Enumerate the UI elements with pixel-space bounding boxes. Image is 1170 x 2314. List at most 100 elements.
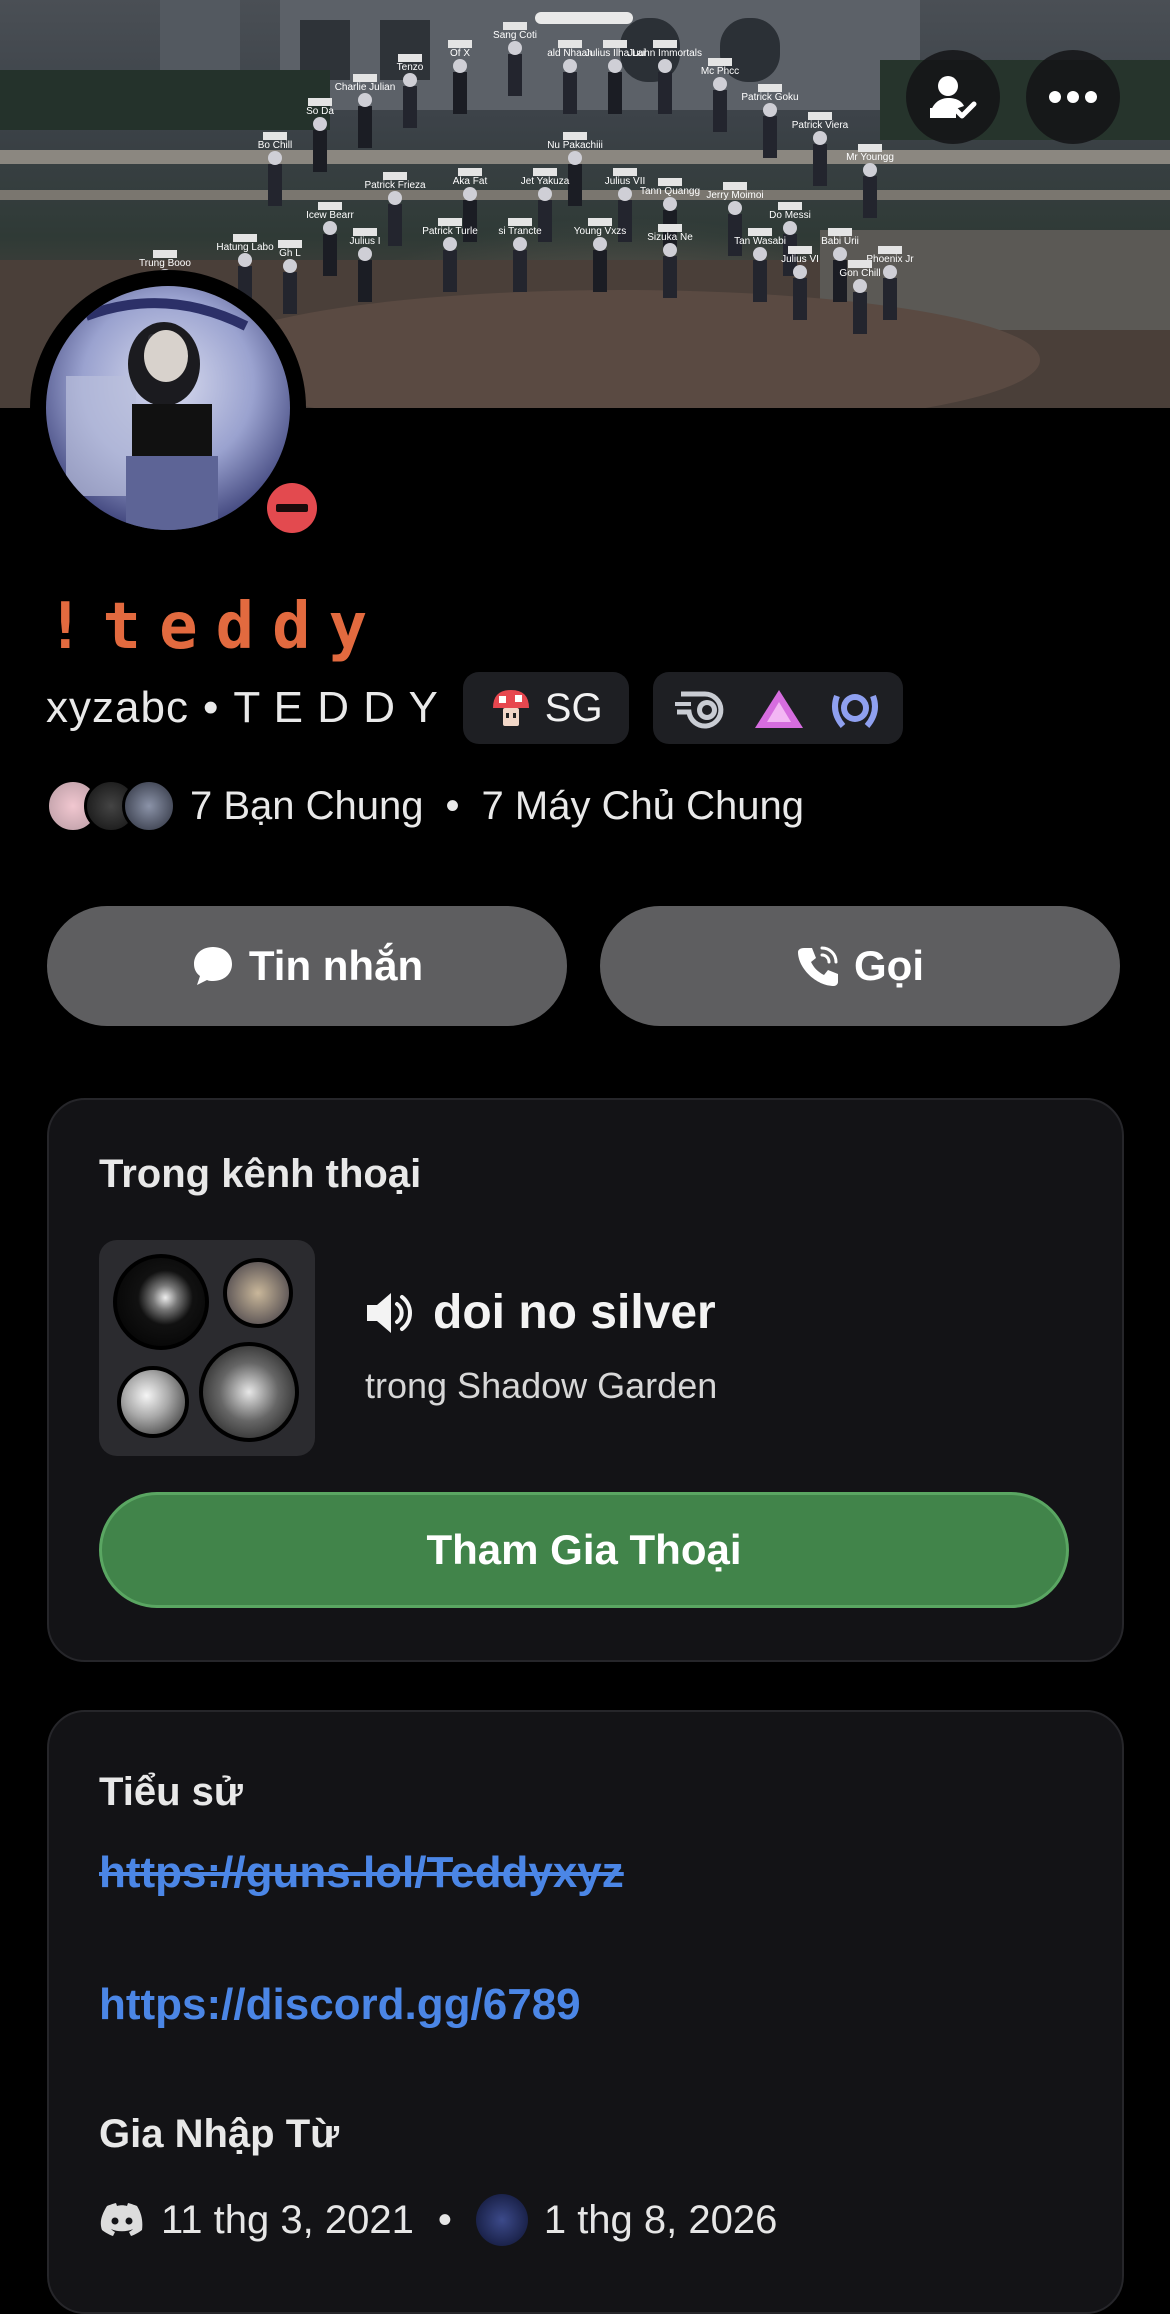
banner-player: Patrick Turle <box>422 218 478 292</box>
banner-player-label: Patrick Turle <box>422 226 478 237</box>
banner-player: si Trancte <box>498 218 542 292</box>
chat-bubble-icon <box>193 947 232 985</box>
username[interactable]: xyzabc <box>46 683 189 733</box>
banner-player-label: Juuhn Immortals <box>628 48 702 59</box>
banner-player-label: Sizuka Ne <box>647 232 693 243</box>
voice-channel-label: doi no silver <box>433 1286 716 1339</box>
banner-player: Tan Wasabi <box>734 228 786 302</box>
banner-player-label: Jet Yakuza <box>521 176 570 187</box>
status-indicator <box>258 474 326 542</box>
banner-player-label: si Trancte <box>498 226 542 237</box>
banner-player: Phoenix Jr <box>866 246 914 320</box>
banner-player: Young Vxzs <box>574 218 626 292</box>
participant-avatar <box>223 1258 293 1328</box>
participant-avatar <box>113 1254 209 1350</box>
mushroom-icon <box>492 690 529 726</box>
server-join-date: 1 thg 8, 2026 <box>543 2197 778 2242</box>
voice-participants <box>99 1240 315 1456</box>
banner-player-label: Julius VI <box>781 254 819 265</box>
guild-tag[interactable]: SG <box>462 672 629 744</box>
member-since-title: Gia Nhập Từ <box>99 2112 340 2156</box>
banner-player: Patrick Viera <box>792 112 849 186</box>
mutual-separator: • <box>445 783 460 828</box>
voice-server-name: trong Shadow Garden <box>365 1365 718 1406</box>
banner-player: Sizuka Ne <box>647 224 693 298</box>
person-check-icon <box>930 76 977 119</box>
banner-player-label: Mc Phcc <box>701 66 739 77</box>
participant-avatar <box>199 1342 299 1442</box>
banner-player: Patrick Goku <box>741 84 799 158</box>
banner-player-label: Julius I <box>349 236 380 247</box>
banner-player-label: Patrick Viera <box>792 120 849 131</box>
date-separator: • <box>437 2197 452 2242</box>
more-options-button[interactable] <box>1026 50 1120 144</box>
banner-player: Mc Phcc <box>701 58 739 132</box>
banner-player-label: Mr Youngg <box>846 152 894 163</box>
banner-player-label: Do Messi <box>769 210 811 221</box>
banner-player-label: Of X <box>450 48 470 59</box>
message-button[interactable]: Tin nhắn <box>47 906 567 1026</box>
triangle-badge-icon <box>754 690 803 728</box>
speaker-icon <box>367 1292 412 1333</box>
banner-player: Mr Youngg <box>846 144 894 218</box>
avatar-image <box>46 286 290 530</box>
bio-title: Tiểu sử <box>99 1770 243 1814</box>
phone-icon <box>798 946 838 986</box>
discord-join-date: 11 thg 3, 2021 <box>161 2197 414 2242</box>
bio-card: Tiểu sử https://guns.lol/Teddyxyz https:… <box>47 1710 1124 2314</box>
banner-player: Icew Bearr <box>306 202 355 276</box>
laurel-badge-icon <box>831 694 878 728</box>
mutual-friend-avatar <box>122 779 176 833</box>
banner-player-label: Patrick Goku <box>741 92 798 103</box>
mutual-friends[interactable]: 7 Bạn Chung <box>190 784 424 829</box>
banner-player-label: Babi Urii <box>821 236 859 247</box>
banner-player: Sang Coti <box>493 22 537 96</box>
banner-player: Charlie Julian <box>335 74 396 148</box>
banner-player-label: Trung Booo <box>139 258 191 269</box>
banner-player-label: Tenzo <box>397 62 424 73</box>
banner-player-label: Bo Chill <box>258 140 292 151</box>
server-icon <box>475 2194 528 2246</box>
call-button-label: Gọi <box>854 942 924 989</box>
join-voice-label: Tham Gia Thoại <box>426 1526 742 1573</box>
banner-player-label: Jerry Moimoi <box>706 190 763 201</box>
mutuals-row[interactable]: 7 Bạn Chung • 7 Máy Chủ Chung <box>46 778 804 834</box>
user-info-row: xyzabc • T E D D Y SG <box>46 672 903 744</box>
banner-player-label: Young Vxzs <box>574 226 626 237</box>
banner-player-label: Nu Pakachiii <box>547 140 603 151</box>
drag-handle[interactable] <box>535 12 633 24</box>
display-name: !teddy <box>46 590 386 664</box>
discord-icon <box>100 2203 143 2236</box>
banner-player: Bo Chill <box>258 132 292 206</box>
banner-player: Juuhn Immortals <box>628 40 702 114</box>
badges[interactable] <box>652 672 903 744</box>
banner-player-label: Hatung Labo <box>216 242 274 253</box>
pronouns: T E D D Y <box>233 683 439 732</box>
banner-player-label: Tann Quangg <box>640 186 700 197</box>
banner-player-label: Sang Coti <box>493 30 537 41</box>
voice-channel-name[interactable]: doi no silver <box>365 1285 716 1340</box>
ellipsis-icon <box>1049 91 1097 103</box>
banner-player-label: Charlie Julian <box>335 82 396 93</box>
bio-link-guns[interactable]: https://guns.lol/Teddyxyz <box>99 1848 624 1898</box>
banner-player: Of X <box>448 40 472 114</box>
mutual-servers[interactable]: 7 Máy Chủ Chung <box>482 784 804 829</box>
banner-player-label: Aka Fat <box>453 176 488 187</box>
guild-tag-text: SG <box>544 685 603 730</box>
member-since-row: 11 thg 3, 2021 • 1 thg 8, 2026 <box>99 2190 777 2250</box>
banner-player-label: So Da <box>306 106 334 117</box>
bio-link-discord[interactable]: https://discord.gg/6789 <box>99 1980 581 2030</box>
username-separator: • <box>202 683 220 732</box>
call-button[interactable]: Gọi <box>600 906 1120 1026</box>
banner-player: Julius I <box>349 228 381 302</box>
banner-player: Julius VI <box>781 246 819 320</box>
banner-player-label: Phoenix Jr <box>866 254 914 265</box>
add-friend-button[interactable] <box>906 50 1000 144</box>
avatar[interactable] <box>30 270 326 546</box>
join-voice-button[interactable]: Tham Gia Thoại <box>99 1492 1069 1608</box>
banner-player-label: Patrick Frieza <box>364 180 426 191</box>
banner-player: Gh L <box>278 240 302 314</box>
dnd-icon <box>267 483 317 533</box>
banner-player-label: Gh L <box>279 248 301 259</box>
banner-player-label: Tan Wasabi <box>734 236 786 247</box>
